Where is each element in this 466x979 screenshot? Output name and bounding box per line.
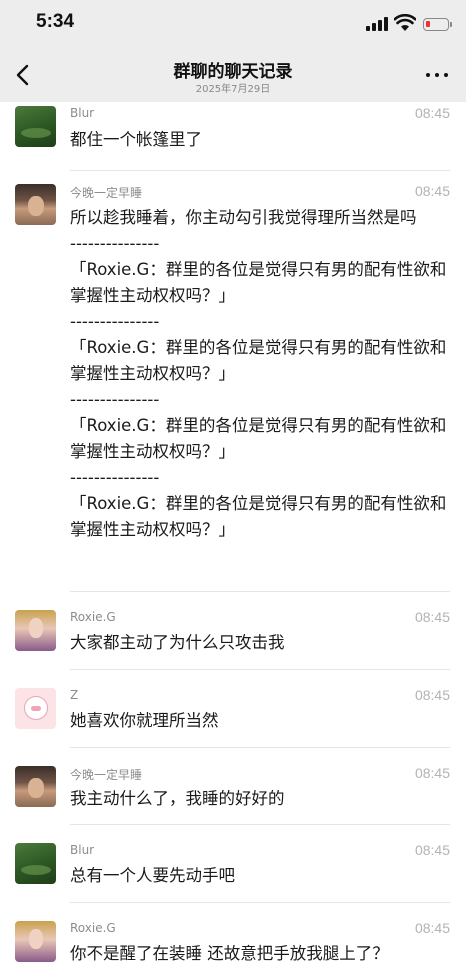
message-time: 08:45 (414, 920, 450, 936)
sender-name: 今晚一定早睡 (70, 768, 143, 782)
divider (70, 747, 450, 748)
message-item: 今晚一定早睡 08:45 我主动什么了，我睡的好好的 (0, 760, 466, 830)
divider (70, 902, 450, 903)
message-item: Roxie.G 08:45 大家都主动了为什么只攻击我 (0, 604, 466, 674)
message-item: Blur 08:45 总有一个人要先动手吧 (0, 837, 466, 907)
message-text: 所以趁我睡着，你主动勾引我觉得理所当然是吗 --------------- 「R… (70, 208, 447, 539)
avatar[interactable] (15, 184, 56, 225)
sender-name: Z (70, 688, 79, 702)
message-text: 你不是醒了在装睡 还故意把手放我腿上了？ --------------- (70, 944, 389, 979)
battery-icon (422, 16, 452, 31)
page-title: 群聊的聊天记录 (173, 62, 293, 82)
avatar[interactable] (15, 106, 56, 147)
message-text: 她喜欢你就理所当然 (70, 711, 219, 730)
divider (70, 669, 450, 670)
avatar[interactable] (15, 843, 56, 884)
status-bar: 5:34 (0, 0, 466, 48)
message-text: 大家都主动了为什么只攻击我 (70, 633, 285, 652)
divider (70, 824, 450, 825)
message-text: 我主动什么了，我睡的好好的 (70, 789, 285, 808)
page-subtitle-date: 2025年7月29日 (195, 84, 271, 95)
message-time: 08:45 (414, 687, 450, 703)
chat-record-list[interactable]: Blur 08:45 都住一个帐篷里了 今晚一定早睡 08:45 所以趁我睡着，… (0, 102, 466, 979)
message-item: Z 08:45 她喜欢你就理所当然 (0, 682, 466, 752)
divider (70, 591, 450, 592)
message-time: 08:45 (414, 183, 450, 199)
sender-name: Roxie.G (70, 921, 116, 935)
cellular-signal-icon (366, 17, 388, 31)
wifi-icon (394, 14, 416, 31)
more-dots-icon[interactable] (426, 68, 450, 82)
nav-bar: 群聊的聊天记录 2025年7月29日 (0, 48, 466, 102)
message-text: 总有一个人要先动手吧 (70, 866, 235, 885)
sender-name: Blur (70, 106, 95, 120)
sender-name: Roxie.G (70, 610, 116, 624)
avatar[interactable] (15, 766, 56, 807)
divider (70, 170, 450, 171)
message-item: Roxie.G 08:45 你不是醒了在装睡 还故意把手放我腿上了？ -----… (0, 915, 466, 979)
message-time: 08:45 (414, 765, 450, 781)
avatar[interactable] (15, 688, 56, 729)
avatar[interactable] (15, 921, 56, 962)
message-item: Blur 08:45 都住一个帐篷里了 (0, 102, 466, 170)
sender-name: 今晚一定早睡 (70, 186, 143, 200)
message-time: 08:45 (414, 609, 450, 625)
status-icons (346, 14, 466, 34)
sender-name: Blur (70, 843, 95, 857)
message-time: 08:45 (414, 105, 450, 121)
avatar[interactable] (15, 610, 56, 651)
message-text: 都住一个帐篷里了 (70, 130, 202, 149)
message-item: 今晚一定早睡 08:45 所以趁我睡着，你主动勾引我觉得理所当然是吗 -----… (0, 178, 466, 586)
message-time: 08:45 (414, 842, 450, 858)
status-time: 5:34 (36, 11, 75, 32)
